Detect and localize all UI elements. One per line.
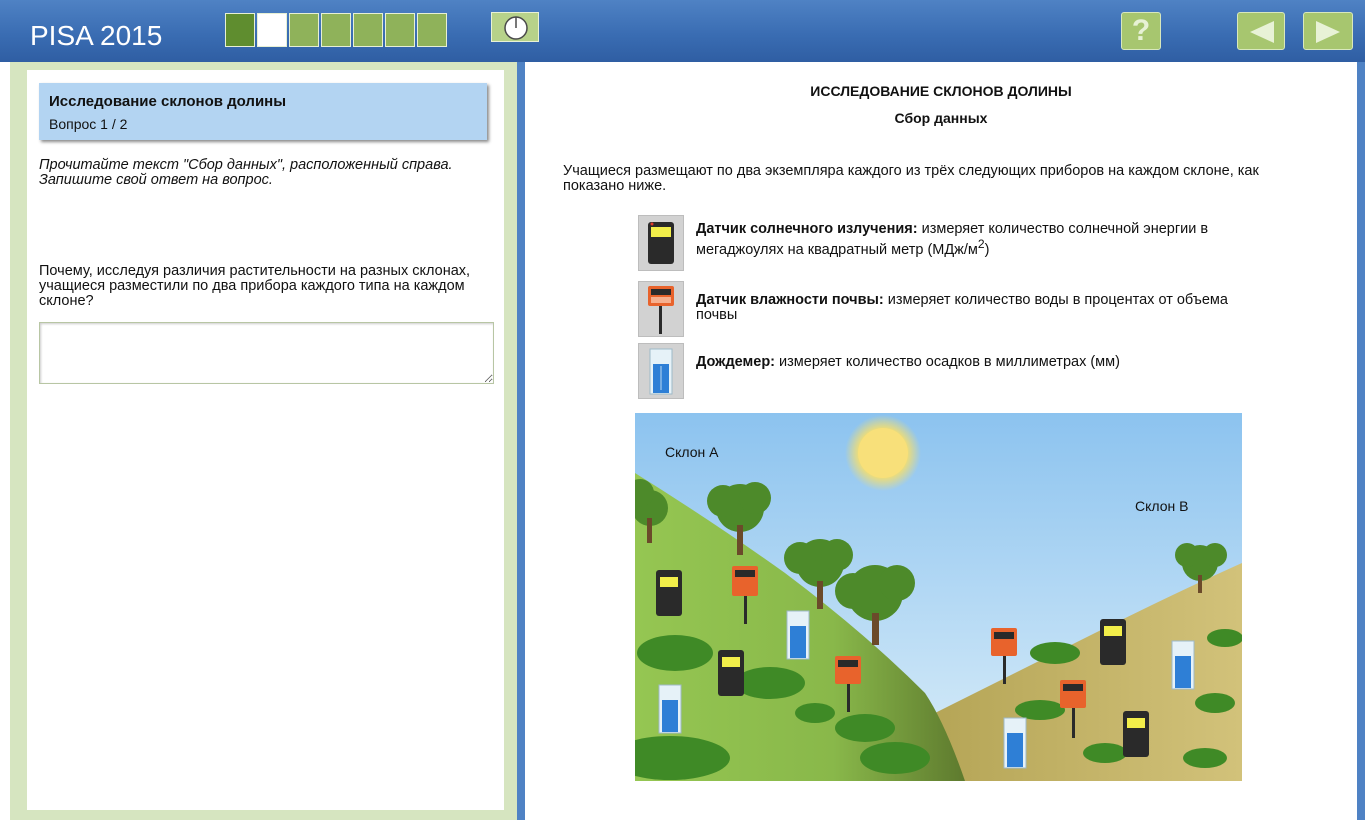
- question-text: Почему, исследуя различия растительности…: [39, 263, 471, 309]
- device-soil-description: Датчик влажности почвы: измеряет количес…: [696, 293, 1256, 323]
- progress-indicator: [225, 13, 449, 47]
- instruction-text: Прочитайте текст "Сбор данных", располож…: [39, 157, 453, 188]
- stimulus-intro: Учащиеся размещают по два экземпляра каж…: [563, 163, 1259, 194]
- arrow-right-icon: [1316, 21, 1340, 43]
- progress-segment: [289, 13, 319, 47]
- device-solar-name: Датчик солнечного излучения:: [696, 221, 918, 237]
- slope-b-label: Склон В: [1135, 498, 1189, 514]
- device-soil-name: Датчик влажности почвы:: [696, 292, 884, 308]
- device-rain-desc: измеряет количество осадков в миллиметра…: [775, 354, 1120, 370]
- question-number: Вопрос 1 / 2: [49, 116, 128, 132]
- next-button[interactable]: [1303, 12, 1353, 50]
- solar-sensor-icon: [638, 215, 684, 271]
- slope-a-label: Склон А: [665, 444, 719, 460]
- timer-button[interactable]: [491, 12, 539, 42]
- stimulus-subtitle: Сбор данных: [894, 110, 988, 126]
- rain-gauge-icon: [638, 343, 684, 399]
- device-solar-sup: 2: [977, 237, 985, 251]
- progress-segment: [385, 13, 415, 47]
- unit-title: Исследование склонов долины: [49, 93, 287, 110]
- device-rain-description: Дождемер: измеряет количество осадков в …: [696, 355, 1256, 370]
- answer-textarea[interactable]: [39, 322, 494, 384]
- clock-icon: [504, 16, 528, 40]
- stimulus-title: ИССЛЕДОВАНИЕ СКЛОНОВ ДОЛИНЫ: [810, 83, 1072, 99]
- arrow-left-icon: [1250, 21, 1274, 43]
- soil-moisture-sensor-icon: [638, 281, 684, 337]
- app-title: PISA 2015: [30, 20, 163, 51]
- progress-segment: [417, 13, 447, 47]
- progress-segment: [353, 13, 383, 47]
- question-header: Исследование склонов долины Вопрос 1 / 2: [39, 83, 487, 140]
- device-solar-tail: ): [984, 241, 990, 258]
- device-solar-description: Датчик солнечного излучения: измеряет ко…: [696, 222, 1256, 258]
- valley-illustration: Склон А Склон В: [610, 413, 1243, 781]
- help-button[interactable]: ?: [1121, 12, 1161, 50]
- progress-segment: [321, 13, 351, 47]
- question-mark-icon: ?: [1131, 14, 1151, 47]
- progress-segment-current: [257, 13, 287, 47]
- device-rain-name: Дождемер:: [696, 354, 776, 370]
- progress-segment: [225, 13, 255, 47]
- back-button[interactable]: [1237, 12, 1285, 50]
